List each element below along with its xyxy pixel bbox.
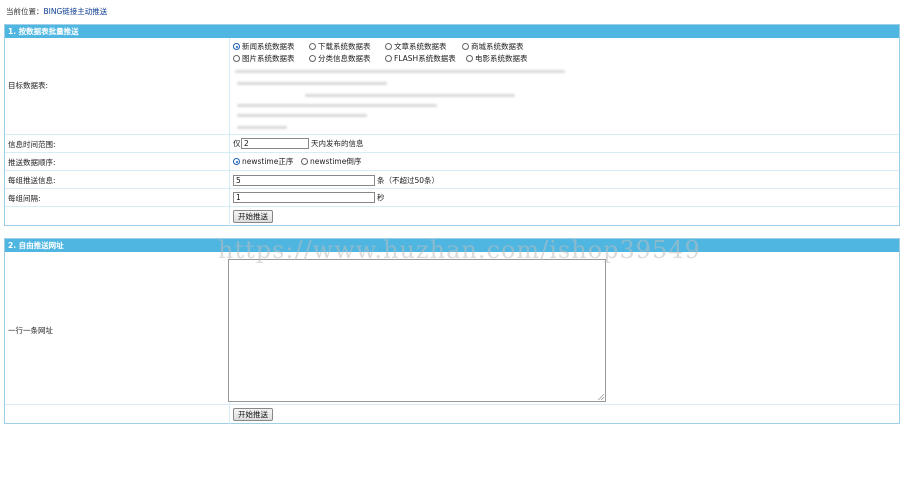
- order-option-asc[interactable]: newstime正序: [233, 157, 293, 167]
- radio-checked-icon[interactable]: [233, 43, 240, 50]
- column-divider: [229, 38, 230, 134]
- radio-icon[interactable]: [301, 158, 308, 165]
- group-count-label: 每组推送信息:: [8, 176, 56, 185]
- submit-row: 开始推送: [5, 404, 899, 424]
- start-push-button[interactable]: 开始推送: [233, 210, 273, 223]
- batch-push-title: 1. 按数据表批量推送: [5, 25, 899, 38]
- radio-icon[interactable]: [385, 55, 392, 62]
- radio-icon[interactable]: [309, 55, 316, 62]
- column-divider: [229, 135, 230, 153]
- obscured-options: [237, 104, 437, 107]
- column-divider: [229, 153, 230, 171]
- free-push-title: 2. 自由推送网址: [5, 239, 899, 252]
- submit-row: 开始推送: [5, 206, 899, 226]
- table-option-news[interactable]: 新闻系统数据表: [233, 42, 295, 52]
- table-option-download[interactable]: 下载系统数据表: [309, 42, 371, 52]
- table-option-flash[interactable]: FLASH系统数据表: [385, 54, 456, 64]
- column-divider: [229, 171, 230, 189]
- interval-row: 每组间隔: 1 秒: [5, 188, 899, 207]
- push-order-label: 推送数据顺序:: [8, 158, 56, 167]
- breadcrumb-prefix: 当前位置：: [6, 7, 44, 16]
- url-list-label: 一行一条网址: [8, 326, 53, 335]
- obscured-options: [237, 114, 367, 117]
- table-option-article[interactable]: 文章系统数据表: [385, 42, 447, 52]
- group-count-suffix: 条（不超过50条）: [377, 176, 440, 185]
- url-list-textarea[interactable]: [228, 259, 606, 402]
- radio-icon[interactable]: [309, 43, 316, 50]
- days-input[interactable]: 2: [241, 138, 309, 149]
- table-option-shop[interactable]: 商城系统数据表: [462, 42, 524, 52]
- group-count-input[interactable]: 5: [233, 175, 375, 186]
- interval-label: 每组间隔:: [8, 194, 41, 203]
- resize-grip-icon[interactable]: [598, 394, 604, 400]
- target-table-label: 目标数据表:: [8, 81, 49, 90]
- target-table-row: 目标数据表: 新闻系统数据表 下载系统数据表 文章系统数据表 商城系统数据表 图…: [5, 38, 899, 134]
- radio-checked-icon[interactable]: [233, 158, 240, 165]
- column-divider: [229, 207, 230, 226]
- breadcrumb-link[interactable]: BING链接主动推送: [44, 7, 108, 16]
- table-option-info[interactable]: 分类信息数据表: [309, 54, 371, 64]
- column-divider: [229, 405, 230, 424]
- time-range-prefix: 仅: [233, 139, 241, 148]
- start-push-button[interactable]: 开始推送: [233, 408, 273, 421]
- radio-icon[interactable]: [385, 43, 392, 50]
- obscured-options: [235, 70, 565, 73]
- table-option-movie[interactable]: 电影系统数据表: [466, 54, 528, 64]
- obscured-options: [305, 94, 515, 97]
- column-divider: [229, 189, 230, 207]
- order-option-desc[interactable]: newstime倒序: [301, 157, 361, 167]
- batch-push-panel: 1. 按数据表批量推送 目标数据表: 新闻系统数据表 下载系统数据表 文章系统数…: [4, 24, 900, 226]
- obscured-options: [237, 126, 287, 129]
- group-count-row: 每组推送信息: 5 条（不超过50条）: [5, 170, 899, 189]
- time-range-label: 信息时间范围:: [8, 140, 56, 149]
- radio-icon[interactable]: [466, 55, 473, 62]
- time-range-suffix: 天内发布的信息: [311, 139, 364, 148]
- radio-icon[interactable]: [462, 43, 469, 50]
- obscured-options: [237, 82, 387, 85]
- breadcrumb: 当前位置：BING链接主动推送: [6, 6, 107, 18]
- time-range-row: 信息时间范围: 仅 2 天内发布的信息: [5, 134, 899, 153]
- interval-input[interactable]: 1: [233, 192, 375, 203]
- push-order-row: 推送数据顺序: newstime正序 newstime倒序: [5, 152, 899, 171]
- interval-suffix: 秒: [377, 193, 385, 202]
- radio-icon[interactable]: [233, 55, 240, 62]
- table-option-photo[interactable]: 图片系统数据表: [233, 54, 295, 64]
